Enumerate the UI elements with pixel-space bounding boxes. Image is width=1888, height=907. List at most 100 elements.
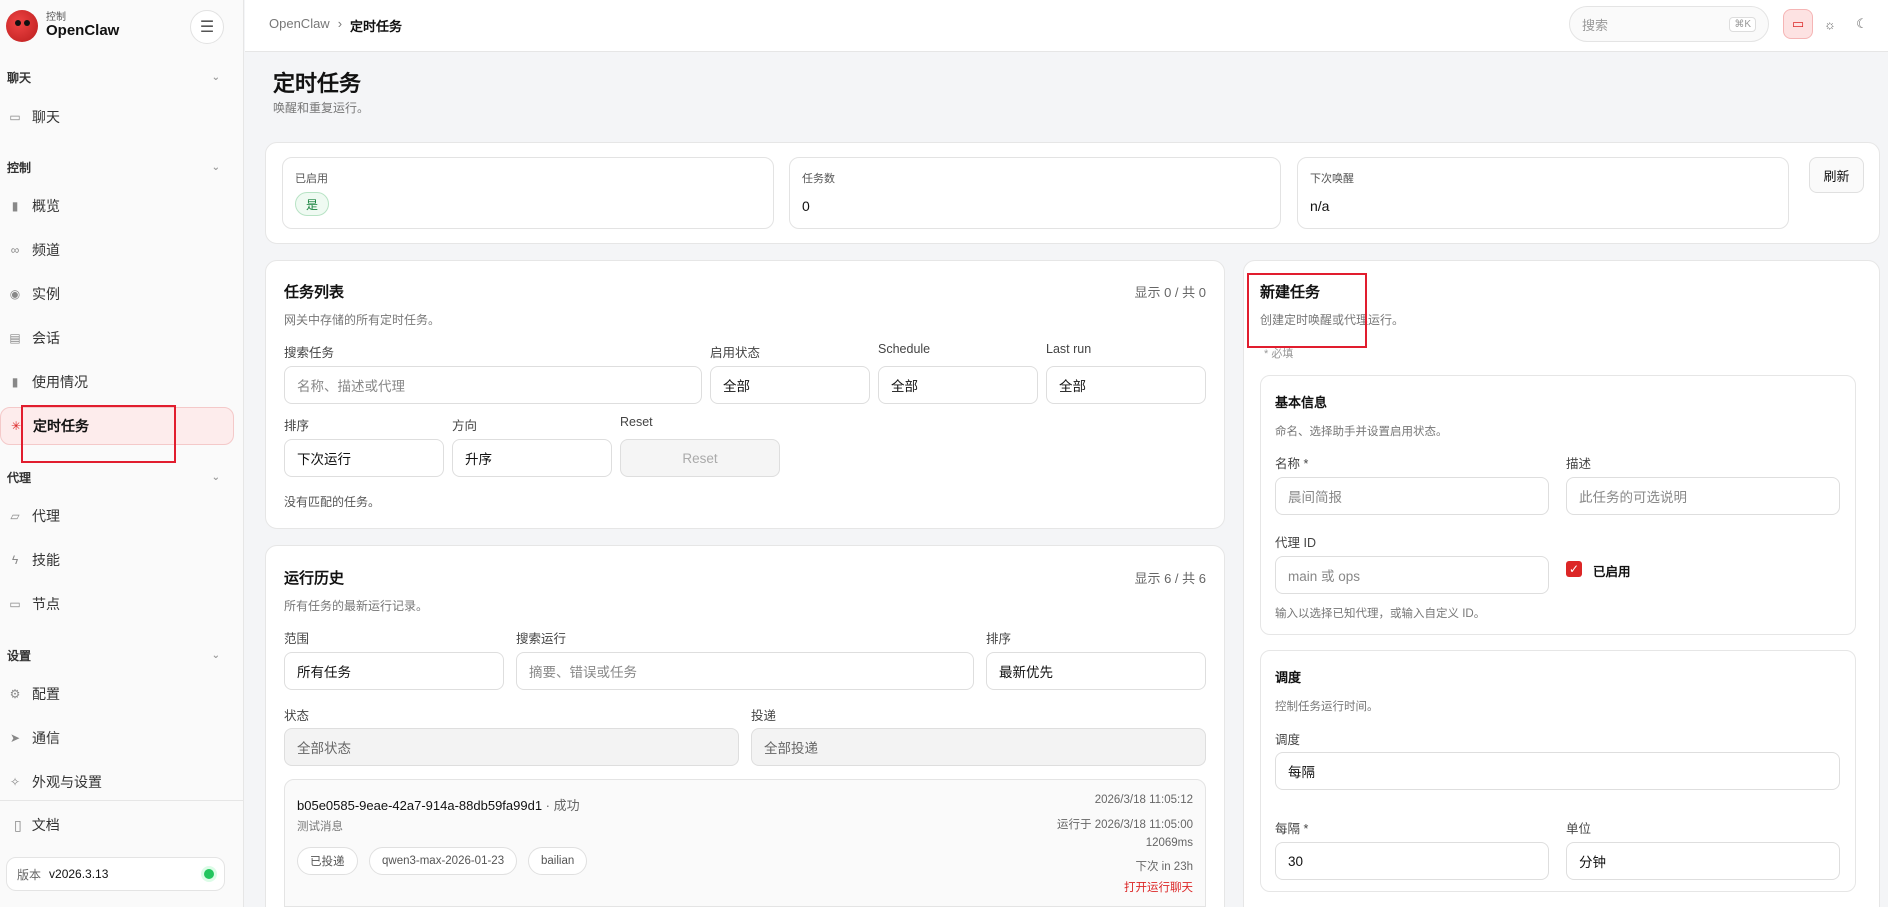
sidebar-item-comms[interactable]: ➤ 通信 (0, 719, 234, 757)
field-label: 启用状态 (710, 346, 761, 360)
nav-group-header[interactable]: 代理 ⌄ (0, 466, 244, 488)
open-run-chat-link[interactable]: 打开运行聊天 (1124, 879, 1193, 895)
run-search-input[interactable]: 摘要、错误或任务 (516, 652, 974, 690)
nav-group-header[interactable]: 聊天 ⌄ (0, 66, 244, 88)
delivery-filter-select[interactable]: 全部投递 (751, 728, 1206, 766)
nav-group-header[interactable]: 控制 ⌄ (0, 156, 244, 178)
search-input[interactable]: 搜索 ⌘K (1569, 6, 1769, 42)
sidebar-item-agents[interactable]: ▱ 代理 (0, 497, 234, 535)
sidebar-item-skills[interactable]: ϟ 技能 (0, 541, 234, 579)
nav-group-header[interactable]: 设置 ⌄ (0, 644, 244, 666)
status-filter-select[interactable]: 全部状态 (284, 728, 739, 766)
run-tag: 已投递 (297, 847, 358, 875)
dark-theme-button[interactable]: ☾ (1847, 9, 1877, 39)
field-label: 代理 ID (1275, 536, 1316, 550)
field-label: 状态 (284, 709, 310, 723)
job-description-input[interactable]: 此任务的可选说明 (1566, 477, 1840, 515)
run-duration: 12069ms (1145, 837, 1193, 849)
docs-link[interactable]: ▯ 文档 (14, 815, 60, 835)
document-icon: ▤ (9, 331, 21, 345)
history-count: 显示 6 / 共 6 (1134, 571, 1206, 586)
brand[interactable]: 控制 OpenClaw (6, 10, 119, 42)
every-input[interactable]: 30 (1275, 842, 1549, 880)
agent-hint: 输入以选择已知代理，或输入自定义 ID。 (1275, 608, 1486, 620)
scope-select[interactable]: 所有任务 (284, 652, 504, 690)
chevron-down-icon: ⌄ (211, 71, 220, 83)
refresh-button[interactable]: 刷新 (1809, 157, 1864, 193)
stat-next-wake: 下次唤醒 n/a (1297, 157, 1789, 229)
bar-chart-icon: ▮ (11, 375, 19, 389)
stat-value: n/a (1310, 198, 1330, 214)
menu-toggle-button[interactable]: ☰ (190, 10, 224, 44)
status-badge: 是 (295, 192, 330, 216)
basic-info-title: 基本信息 (1275, 395, 1328, 410)
job-name-input[interactable]: 晨间简报 (1275, 477, 1549, 515)
moon-icon: ☾ (1856, 16, 1868, 31)
stat-label: 已启用 (295, 173, 328, 185)
history-sort-select[interactable]: 最新优先 (986, 652, 1206, 690)
monitor-icon: ▭ (1791, 16, 1805, 31)
sidebar-item-usage[interactable]: ▮ 使用情况 (0, 363, 234, 401)
link-icon: ∞ (10, 243, 20, 257)
light-theme-button[interactable]: ☼ (1815, 9, 1845, 39)
status-dot-icon (204, 869, 214, 879)
sidebar-item-chat[interactable]: ▭ 聊天 (0, 98, 234, 136)
version-label: 版本 (17, 867, 42, 882)
unit-select[interactable]: 分钟 (1566, 842, 1840, 880)
sidebar-item-nodes[interactable]: ▭ 节点 (0, 585, 234, 623)
nav-group-settings: 设置 ⌄ (0, 644, 244, 666)
brand-name: OpenClaw (46, 22, 120, 40)
sparkle-icon: ✧ (9, 775, 21, 789)
stat-enabled: 已启用 是 (282, 157, 774, 229)
stat-label: 任务数 (802, 173, 835, 185)
system-theme-button[interactable]: ▭ (1783, 9, 1813, 39)
version-value: v2026.3.13 (49, 867, 109, 881)
sidebar-item-channels[interactable]: ∞ 频道 (0, 231, 234, 269)
book-icon: ▯ (14, 816, 22, 833)
enabled-filter-select[interactable]: 全部 (710, 366, 870, 404)
empty-message: 没有匹配的任务。 (284, 495, 381, 509)
openclaw-logo-icon (6, 10, 38, 42)
sidebar-item-config[interactable]: ⚙ 配置 (0, 675, 234, 713)
sidebar-item-sessions[interactable]: ▤ 会话 (0, 319, 234, 357)
agent-id-input[interactable]: main 或 ops (1275, 556, 1549, 594)
schedule-type-select[interactable]: 每隔 (1275, 752, 1840, 790)
sidebar-item-overview[interactable]: ▮ 概览 (0, 187, 234, 225)
field-label: 搜索任务 (284, 346, 335, 360)
field-label: 投递 (751, 709, 777, 723)
lastrun-filter-select[interactable]: 全部 (1046, 366, 1206, 404)
sort-select[interactable]: 下次运行 (284, 439, 444, 477)
schedule-title: 调度 (1275, 670, 1302, 685)
jobs-title: 任务列表 (284, 284, 345, 301)
sidebar-item-cron[interactable]: ✳ 定时任务 (0, 407, 234, 445)
sidebar-item-appearance[interactable]: ✧ 外观与设置 (0, 763, 234, 801)
sidebar-footer: ▯ 文档 版本 v2026.3.13 (0, 800, 244, 891)
run-ran-at: 运行于 2026/3/18 11:05:00 (1057, 819, 1193, 831)
loader-icon: ✳ (10, 419, 22, 433)
stat-value: 0 (802, 198, 810, 214)
schedule-subtitle: 控制任务运行时间。 (1275, 701, 1379, 713)
field-label: Schedule (878, 342, 931, 356)
reset-button[interactable]: Reset (620, 439, 780, 477)
field-label: 调度 (1275, 733, 1301, 747)
field-label: 排序 (284, 419, 310, 433)
history-title: 运行历史 (284, 570, 345, 587)
nav-group-control: 控制 ⌄ (0, 156, 244, 178)
direction-select[interactable]: 升序 (452, 439, 612, 477)
chevron-down-icon: ⌄ (211, 471, 220, 483)
bar-chart-icon: ▮ (11, 199, 19, 213)
field-label: 名称 * (1275, 457, 1309, 471)
breadcrumb-root[interactable]: OpenClaw (269, 16, 330, 35)
jobs-subtitle: 网关中存储的所有定时任务。 (284, 313, 441, 327)
send-icon: ➤ (9, 731, 21, 745)
field-label: 排序 (986, 632, 1012, 646)
sidebar-item-instances[interactable]: ◉ 实例 (0, 275, 234, 313)
job-search-input[interactable]: 名称、描述或代理 (284, 366, 702, 404)
run-entry[interactable]: b05e0585-9eae-42a7-914a-88db59fa99d1 · 成… (284, 779, 1206, 907)
schedule-filter-select[interactable]: 全部 (878, 366, 1038, 404)
enabled-checkbox[interactable]: ✓ (1566, 561, 1582, 577)
nav-group-agents: 代理 ⌄ (0, 466, 244, 488)
stat-label: 下次唤醒 (1310, 173, 1354, 185)
new-job-title: 新建任务 (1260, 284, 1321, 301)
run-tag: bailian (528, 847, 588, 875)
